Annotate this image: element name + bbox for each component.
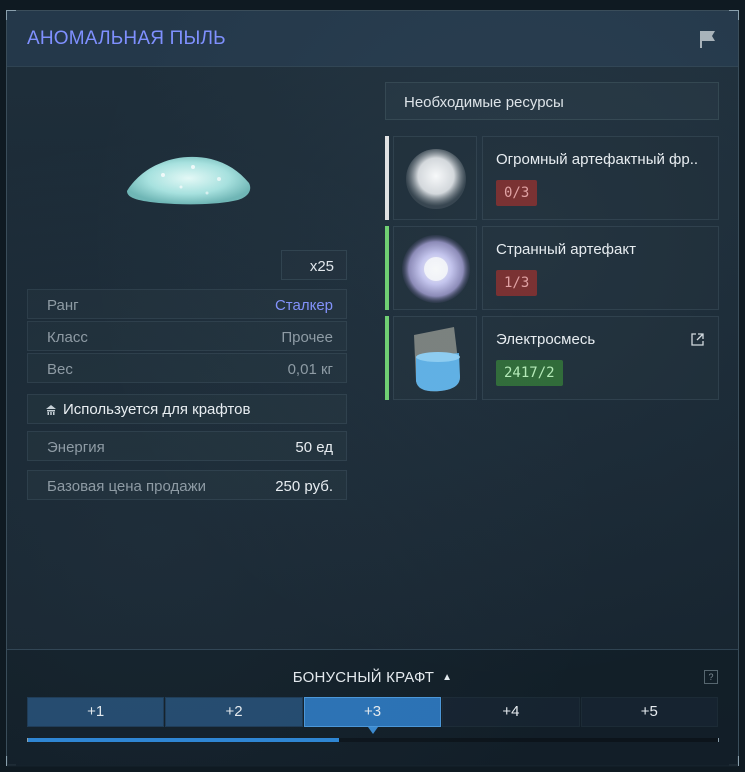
resource-info: Странный артефакт 1/3 xyxy=(482,226,719,310)
crafting-usage-text: Используется для крафтов xyxy=(63,401,251,418)
strange-artifact-icon xyxy=(402,235,470,303)
stat-row-rank: Ранг Сталкер xyxy=(27,289,347,319)
resource-info: Электросмесь 2417/2 xyxy=(482,316,719,400)
anomalous-dust-image xyxy=(127,156,251,205)
item-details-panel: АНОМАЛЬНАЯ ПЫЛЬ x25 Ранг Сталкер Класс П… xyxy=(6,10,739,767)
price-value: 250 руб. xyxy=(275,478,333,495)
panel-header: АНОМАЛЬНАЯ ПЫЛЬ xyxy=(7,11,738,67)
resource-status-bar xyxy=(385,136,389,220)
bonus-progress-fill xyxy=(28,738,339,742)
crafting-icon xyxy=(46,405,56,415)
stat-row-price: Базовая цена продажи 250 руб. xyxy=(27,470,347,500)
stat-row-weight: Вес 0,01 кг xyxy=(27,353,347,383)
crafting-usage-row[interactable]: Используется для крафтов xyxy=(27,394,347,424)
bonus-tab-1[interactable]: +1 xyxy=(27,697,165,727)
resource-info: Огромный артефактный фр.. 0/3 xyxy=(482,136,719,220)
resource-count-badge: 0/3 xyxy=(496,180,538,206)
resource-icon-box xyxy=(393,316,477,400)
resource-row[interactable]: Странный артефакт 1/3 xyxy=(385,226,719,310)
resource-status-bar xyxy=(385,226,389,310)
stat-row-energy: Энергия 50 ед xyxy=(27,431,347,461)
bonus-tab-4[interactable]: +4 xyxy=(442,697,580,727)
bonus-tab-3[interactable]: +3 xyxy=(303,697,442,734)
resource-row[interactable]: Электросмесь 2417/2 xyxy=(385,316,719,400)
resource-name: Огромный артефактный фр.. xyxy=(496,151,699,168)
resource-icon-box xyxy=(393,226,477,310)
electromix-icon xyxy=(414,327,460,392)
resource-count-badge: 1/3 xyxy=(496,270,538,296)
resource-row[interactable]: Огромный артефактный фр.. 0/3 xyxy=(385,136,719,220)
help-icon[interactable]: ? xyxy=(704,670,718,684)
stat-label: Базовая цена продажи xyxy=(47,478,207,495)
class-value: Прочее xyxy=(281,329,333,346)
rank-value: Сталкер xyxy=(274,297,333,314)
resource-name: Странный артефакт xyxy=(496,241,636,258)
weight-value: 0,01 кг xyxy=(287,361,333,378)
triangle-up-icon: ▲ xyxy=(442,672,453,683)
bonus-tab-2[interactable]: +2 xyxy=(165,697,303,727)
resource-name: Электросмесь xyxy=(496,331,596,348)
flag-icon[interactable] xyxy=(698,29,718,49)
item-title: АНОМАЛЬНАЯ ПЫЛЬ xyxy=(27,28,226,49)
bonus-craft-title: БОНУСНЫЙ КРАФТ xyxy=(292,669,435,686)
stat-label: Энергия xyxy=(47,439,105,456)
required-resources-header: Необходимые ресурсы xyxy=(385,82,719,120)
bonus-tab-5[interactable]: +5 xyxy=(580,697,719,727)
external-link-icon[interactable] xyxy=(691,333,704,346)
bonus-craft-section: БОНУСНЫЙ КРАФТ ▲ ? +1 +2 +3 +4 +5 xyxy=(7,649,738,767)
huge-artifact-fragment-icon xyxy=(406,149,466,209)
item-quantity: x25 xyxy=(281,250,347,280)
stat-label: Класс xyxy=(47,329,88,346)
resource-icon-box xyxy=(393,136,477,220)
bonus-tabs: +1 +2 +3 +4 +5 xyxy=(27,697,719,734)
bonus-craft-toggle[interactable]: БОНУСНЫЙ КРАФТ ▲ xyxy=(7,669,738,686)
resource-count-badge: 2417/2 xyxy=(496,360,563,386)
stat-label: Ранг xyxy=(47,297,79,314)
bonus-progress-bar xyxy=(27,738,719,742)
stat-row-class: Класс Прочее xyxy=(27,321,347,351)
energy-value: 50 ед xyxy=(295,439,333,456)
resource-status-bar xyxy=(385,316,389,400)
stat-label: Вес xyxy=(47,361,73,378)
